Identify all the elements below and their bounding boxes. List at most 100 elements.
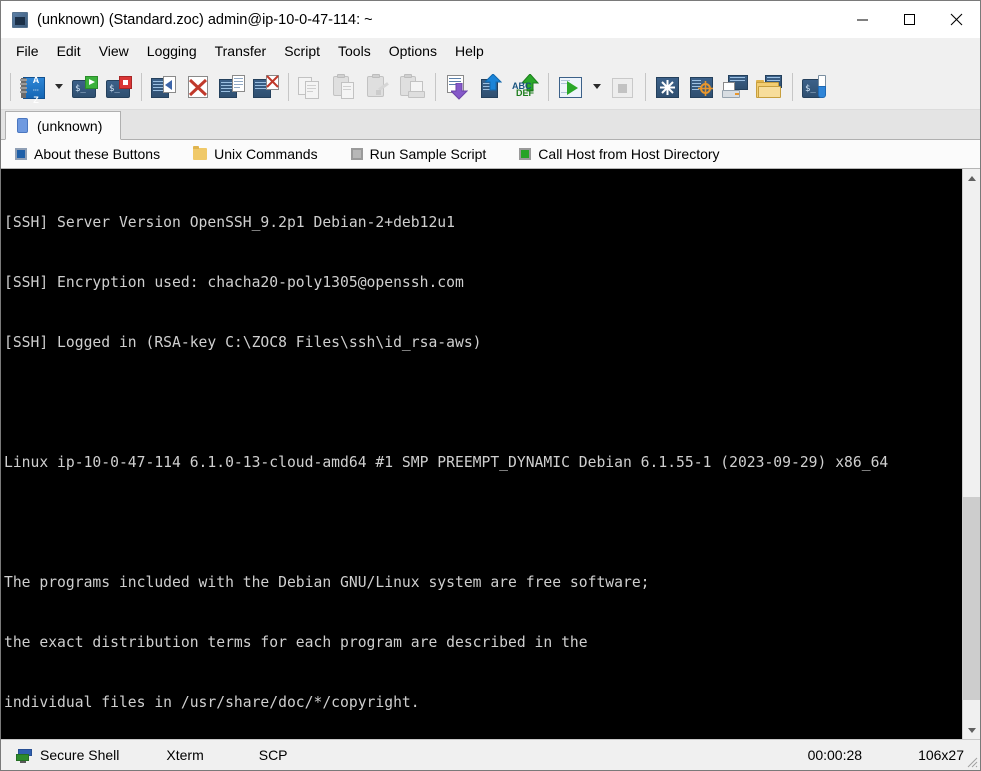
folder-icon xyxy=(193,146,208,160)
disconnect-session-icon: $_ xyxy=(105,74,133,100)
open-folder-icon xyxy=(756,74,784,100)
toolbar-separator xyxy=(645,72,646,101)
transfer-ascii-button[interactable]: ABC DEF xyxy=(509,69,543,105)
status-transfer-protocol: SCP xyxy=(258,747,288,763)
stop-script-icon xyxy=(609,74,637,100)
toolbar-separator xyxy=(141,72,142,101)
previous-page-icon xyxy=(150,74,178,100)
menu-script[interactable]: Script xyxy=(275,40,329,62)
previous-page-button[interactable] xyxy=(147,69,181,105)
terminal-options-icon: $_ xyxy=(801,74,829,100)
chevron-down-icon xyxy=(55,84,63,89)
transfer-ascii-icon: ABC DEF xyxy=(512,73,540,100)
toolbar-separator xyxy=(792,72,793,101)
session-tab-icon xyxy=(17,118,28,133)
menu-edit[interactable]: Edit xyxy=(48,40,90,62)
print-screen-icon xyxy=(722,74,750,100)
menu-tools[interactable]: Tools xyxy=(329,40,380,62)
menu-transfer[interactable]: Transfer xyxy=(206,40,276,62)
stop-script-button[interactable] xyxy=(606,69,640,105)
connection-monitor-icon xyxy=(16,748,32,763)
status-right-group: 00:00:28 106x27 xyxy=(808,747,964,763)
toolbar-separator xyxy=(435,72,436,101)
paste-icon xyxy=(331,73,359,100)
menu-help[interactable]: Help xyxy=(446,40,493,62)
paste-edit-button[interactable] xyxy=(362,69,396,105)
tab-unknown[interactable]: (unknown) xyxy=(5,111,122,140)
toolbar: A ··· Z $_ $_ ABC DEF $_ xyxy=(1,64,980,110)
download-file-button[interactable] xyxy=(441,69,475,105)
print-screen-button[interactable] xyxy=(719,69,753,105)
run-script-icon xyxy=(557,74,585,100)
menu-bar: File Edit View Logging Transfer Script T… xyxy=(1,38,980,64)
tab-label: (unknown) xyxy=(37,117,103,134)
download-file-icon xyxy=(444,74,472,100)
green-square-icon xyxy=(519,148,532,160)
address-book-icon: A ··· Z xyxy=(19,74,47,104)
status-bar: Secure Shell Xterm SCP 00:00:28 106x27 xyxy=(1,739,980,770)
run-script-dropdown-button[interactable] xyxy=(588,69,606,105)
status-emulation: Xterm xyxy=(166,747,204,763)
cancel-capture-button[interactable] xyxy=(249,69,283,105)
close-button[interactable] xyxy=(933,1,980,38)
menu-file[interactable]: File xyxy=(7,40,48,62)
button-label: Call Host from Host Directory xyxy=(538,146,720,162)
terminal-app-icon xyxy=(12,11,28,28)
toolbar-separator xyxy=(10,72,11,101)
session-profile-button[interactable] xyxy=(685,69,719,105)
tab-strip: (unknown) xyxy=(1,110,980,140)
scrollbar-thumb[interactable] xyxy=(963,496,980,700)
terminal-line: [SSH] Logged in (RSA-key C:\ZOC8 Files\s… xyxy=(4,334,482,351)
resize-grip[interactable] xyxy=(966,756,978,768)
clear-screen-icon xyxy=(184,74,212,100)
open-folder-button[interactable] xyxy=(753,69,787,105)
chevron-down-icon xyxy=(593,84,601,89)
capture-text-button[interactable] xyxy=(215,69,249,105)
address-book-button[interactable]: A ··· Z xyxy=(16,69,50,105)
terminal-scrollbar[interactable] xyxy=(962,169,980,739)
scroll-up-button[interactable] xyxy=(963,169,980,187)
window-title: (unknown) (Standard.zoc) admin@ip-10-0-4… xyxy=(37,11,373,28)
copy-button[interactable] xyxy=(294,69,328,105)
grey-square-icon xyxy=(350,148,363,160)
run-script-button[interactable] xyxy=(554,69,588,105)
new-connection-button[interactable] xyxy=(651,69,685,105)
scroll-down-button[interactable] xyxy=(963,721,980,739)
button-run-sample-script[interactable]: Run Sample Script xyxy=(350,146,487,162)
upload-file-button[interactable] xyxy=(475,69,509,105)
button-label: Unix Commands xyxy=(214,146,318,162)
chevron-down-icon xyxy=(967,727,976,733)
toolbar-separator xyxy=(288,72,289,101)
print-clipboard-icon xyxy=(399,73,427,100)
print-clipboard-button[interactable] xyxy=(396,69,430,105)
terminal-options-button[interactable]: $_ xyxy=(798,69,832,105)
clear-screen-button[interactable] xyxy=(181,69,215,105)
button-about-these-buttons[interactable]: About these Buttons xyxy=(15,146,160,162)
cancel-capture-icon xyxy=(252,74,280,100)
maximize-button[interactable] xyxy=(886,1,933,38)
status-terminal-dimensions: 106x27 xyxy=(918,747,964,763)
window-controls xyxy=(839,1,980,38)
button-call-host-from-host-directory[interactable]: Call Host from Host Directory xyxy=(519,146,720,162)
scrollbar-track[interactable] xyxy=(963,187,980,721)
menu-logging[interactable]: Logging xyxy=(138,40,206,62)
button-unix-commands[interactable]: Unix Commands xyxy=(193,146,318,162)
paste-button[interactable] xyxy=(328,69,362,105)
terminal-line: Linux ip-10-0-47-114 6.1.0-13-cloud-amd6… xyxy=(4,454,889,471)
terminal-line: The programs included with the Debian GN… xyxy=(4,574,650,591)
disconnect-session-button[interactable]: $_ xyxy=(102,69,136,105)
terminal-output[interactable]: [SSH] Server Version OpenSSH_9.2p1 Debia… xyxy=(1,169,962,739)
address-book-dropdown-button[interactable] xyxy=(50,69,68,105)
button-label: Run Sample Script xyxy=(369,146,487,162)
terminal-line: the exact distribution terms for each pr… xyxy=(4,634,588,651)
minimize-button[interactable] xyxy=(839,1,886,38)
new-connection-icon xyxy=(654,74,682,100)
terminal-area: [SSH] Server Version OpenSSH_9.2p1 Debia… xyxy=(1,169,980,739)
menu-options[interactable]: Options xyxy=(380,40,446,62)
connect-session-button[interactable]: $_ xyxy=(68,69,102,105)
status-elapsed-time: 00:00:28 xyxy=(807,747,863,763)
menu-view[interactable]: View xyxy=(90,40,138,62)
upload-file-icon xyxy=(478,73,506,100)
